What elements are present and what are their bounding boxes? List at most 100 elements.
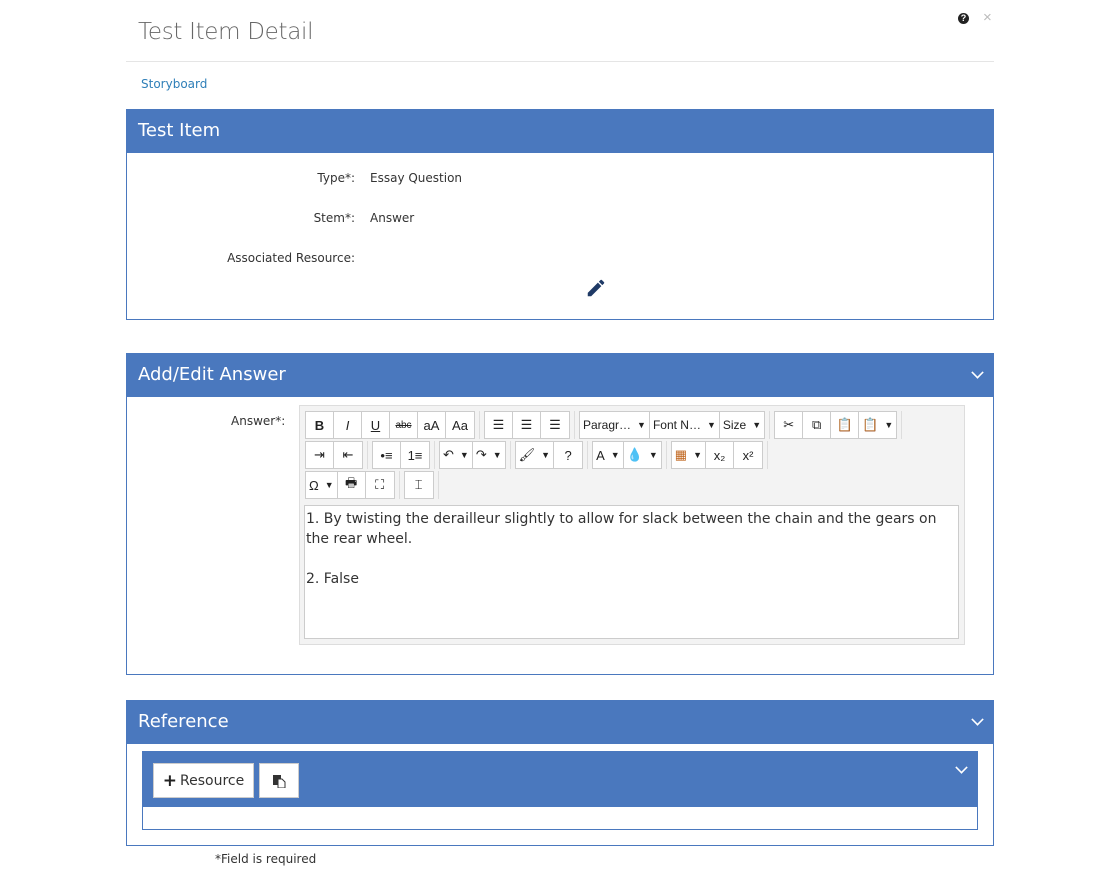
- superscript-button[interactable]: x²: [734, 442, 762, 468]
- strikethrough-button[interactable]: abc: [390, 412, 418, 438]
- dropdown-arrow-icon[interactable]: ▼: [541, 450, 550, 460]
- italic-button[interactable]: I: [334, 412, 362, 438]
- table-button[interactable]: ▦ ▼: [672, 442, 707, 468]
- numbered-list-icon: 1≡: [407, 447, 423, 463]
- page-break-icon: ⌶: [414, 477, 423, 492]
- chevron-down-icon[interactable]: [955, 761, 968, 774]
- help-button[interactable]: ?: [554, 442, 582, 468]
- toolbar-group: ⌶: [403, 471, 434, 499]
- subscript-button[interactable]: x₂: [706, 442, 735, 468]
- toolbar-separator: [665, 441, 667, 469]
- strikethrough-icon: abc: [395, 419, 412, 431]
- toolbar-group: A ▼ 💧 ▼: [592, 441, 662, 469]
- copy-button[interactable]: ⧉: [803, 412, 832, 438]
- add-resource-label: Resource: [180, 772, 245, 789]
- toolbar-group: ☰ ☰ ☰: [484, 411, 570, 439]
- font-name-button[interactable]: Font N… ▼: [650, 412, 720, 438]
- align-center-icon: ☰: [520, 417, 533, 432]
- font-color-icon: A: [596, 447, 605, 463]
- divider: [126, 61, 994, 62]
- underline-icon: U: [370, 417, 381, 433]
- dropdown-arrow-icon[interactable]: ▼: [493, 450, 502, 460]
- indent-icon: ⇥: [314, 447, 325, 462]
- dropdown-arrow-icon[interactable]: ▼: [611, 450, 620, 460]
- paragraph-format-button[interactable]: Paragr… ▼: [580, 412, 650, 438]
- paste-button[interactable]: 📋: [831, 412, 860, 438]
- bold-button[interactable]: B: [306, 412, 334, 438]
- font-name-icon: Font N…: [652, 418, 701, 432]
- dropdown-arrow-icon[interactable]: ▼: [649, 450, 658, 460]
- underline-button[interactable]: U: [362, 412, 390, 438]
- toolbar-separator: [587, 441, 589, 469]
- add-resource-button[interactable]: + Resource: [153, 763, 254, 798]
- toolbar-separator: [574, 411, 575, 439]
- fullscreen-button[interactable]: ⛶: [366, 472, 394, 498]
- panel-header[interactable]: Add/Edit Answer: [127, 354, 993, 397]
- toolbar-separator: [434, 441, 435, 469]
- toolbar-group: Ω ▼ 🖶 ⛶: [305, 471, 395, 499]
- font-color-button[interactable]: A ▼: [593, 442, 624, 468]
- paste-special-icon: 📋: [862, 417, 879, 432]
- required-note: *Field is required: [215, 852, 317, 866]
- bullet-list-button[interactable]: •≡: [373, 442, 401, 468]
- breadcrumb-storyboard[interactable]: Storyboard: [141, 77, 207, 91]
- dropdown-arrow-icon[interactable]: ▼: [707, 420, 716, 430]
- fullscreen-icon: ⛶: [375, 477, 385, 492]
- pencil-icon[interactable]: [585, 277, 607, 299]
- panel-header[interactable]: Reference: [127, 701, 993, 744]
- redo-button[interactable]: ↷ ▼: [473, 442, 505, 468]
- background-color-button[interactable]: 💧 ▼: [624, 442, 661, 468]
- lowercase-icon: aA: [423, 417, 440, 433]
- bullet-list-icon: •≡: [380, 447, 393, 463]
- indent-button[interactable]: ⇥: [306, 442, 334, 468]
- chevron-down-icon[interactable]: [971, 713, 984, 726]
- panel-title: Reference: [138, 711, 229, 732]
- toolbar-group: ↶ ▼ ↷ ▼: [439, 441, 506, 469]
- paste-resource-button[interactable]: [259, 763, 299, 798]
- answer-label: Answer*:: [231, 414, 286, 428]
- cut-button[interactable]: ✂: [775, 412, 804, 438]
- undo-icon: ↶: [443, 447, 454, 462]
- titlecase-button[interactable]: Aa: [446, 412, 474, 438]
- numbered-list-button[interactable]: 1≡: [401, 442, 429, 468]
- toolbar-separator: [437, 471, 439, 499]
- dropdown-arrow-icon[interactable]: ▼: [325, 480, 334, 490]
- paste-special-button[interactable]: 📋 ▼: [859, 412, 896, 438]
- plus-icon: +: [162, 770, 178, 791]
- align-center-button[interactable]: ☰: [513, 412, 541, 438]
- page-break-button[interactable]: ⌶: [405, 472, 433, 498]
- dropdown-arrow-icon[interactable]: ▼: [637, 420, 646, 430]
- toolbar-group: ✂ ⧉ 📋 📋 ▼: [774, 411, 898, 439]
- panel-title: Add/Edit Answer: [138, 364, 286, 385]
- toolbar-group: 🖌 ▼?: [514, 441, 584, 469]
- special-character-button[interactable]: Ω ▼: [306, 472, 338, 498]
- align-left-button[interactable]: ☰: [485, 412, 513, 438]
- associated-resource-label: Associated Resource:: [227, 251, 355, 265]
- outdent-button[interactable]: ⇤: [334, 442, 362, 468]
- panel-title: Test Item: [138, 120, 221, 141]
- help-icon[interactable]: ?: [958, 12, 969, 24]
- answer-line: [306, 549, 957, 569]
- answer-editor-content[interactable]: 1. By twisting the derailleur slightly t…: [304, 505, 959, 639]
- dropdown-arrow-icon[interactable]: ▼: [752, 420, 761, 430]
- font-size-button[interactable]: Size ▼: [720, 412, 764, 438]
- print-button[interactable]: 🖶: [338, 472, 366, 498]
- undo-button[interactable]: ↶ ▼: [440, 442, 473, 468]
- toolbar-group: ▦ ▼ x₂ x²: [670, 441, 764, 469]
- toolbar-row: ⇥ ⇤ •≡ 1≡ ↶ ▼ ↷ ▼ 🖌 ▼? A ▼ 💧 ▼ ▦ ▼ x₂ x²: [305, 441, 772, 469]
- dropdown-arrow-icon[interactable]: ▼: [693, 450, 702, 460]
- align-right-button[interactable]: ☰: [541, 412, 569, 438]
- dialog-title: Test Item Detail: [138, 19, 314, 45]
- table-icon: ▦: [674, 447, 688, 462]
- titlecase-icon: Aa: [452, 417, 468, 433]
- chevron-down-icon[interactable]: [971, 366, 984, 379]
- stem-value: Answer: [370, 211, 415, 225]
- reference-panel: Reference + Resource: [126, 700, 994, 846]
- lowercase-button[interactable]: aA: [418, 412, 446, 438]
- dropdown-arrow-icon[interactable]: ▼: [884, 420, 893, 430]
- clear-format-button[interactable]: 🖌 ▼: [516, 442, 555, 468]
- close-icon[interactable]: ×: [983, 10, 992, 25]
- toolbar-separator: [769, 411, 771, 439]
- dropdown-arrow-icon[interactable]: ▼: [460, 450, 469, 460]
- type-value: Essay Question: [370, 171, 463, 185]
